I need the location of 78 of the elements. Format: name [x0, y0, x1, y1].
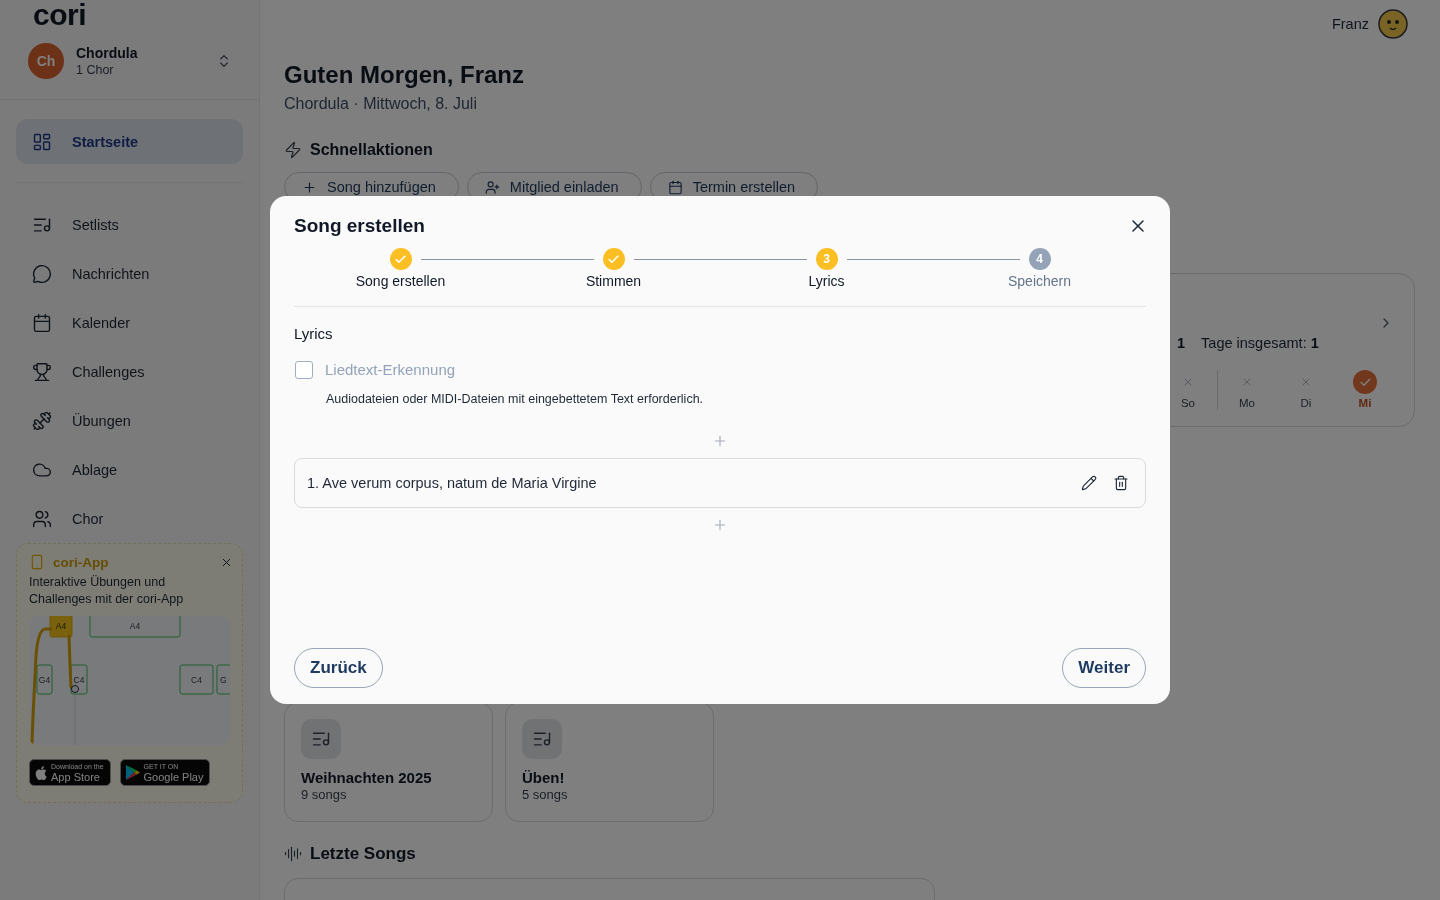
- nav-item[interactable]: Startseite: [16, 119, 243, 164]
- calendar-icon: [32, 313, 52, 333]
- note-label: G: [220, 674, 227, 685]
- nav-item[interactable]: Ablage: [16, 448, 243, 492]
- avatar-icon[interactable]: [1378, 9, 1408, 39]
- hint-text: Audiodateien oder MIDI-Dateien mit eingebettetem Text erforderlich.: [325, 391, 705, 407]
- user-plus-icon: [484, 179, 500, 195]
- org-name: Chordula: [76, 44, 139, 62]
- setlist-title: Weihnachten 2025: [301, 769, 432, 787]
- org-subtitle: 1 Chor: [76, 62, 115, 78]
- lightning-icon: [284, 141, 302, 159]
- music-list-icon: [32, 215, 52, 235]
- note-box: [179, 664, 214, 695]
- logo: cori: [33, 0, 87, 30]
- step-number: 3: [815, 248, 838, 270]
- setlist-count: 5 songs: [522, 787, 568, 803]
- note-box: [70, 664, 88, 695]
- nav-item[interactable]: Chor: [16, 497, 243, 541]
- trash-icon: [1113, 475, 1129, 491]
- dumbbell-icon: [32, 411, 52, 431]
- day-label: Di: [1300, 396, 1312, 410]
- setlist-count: 9 songs: [301, 787, 347, 803]
- note-label: C4: [73, 674, 85, 685]
- step-label: Lyrics: [808, 272, 845, 290]
- greeting-heading: Guten Morgen, Franz: [284, 60, 524, 90]
- user-name: Franz: [1331, 16, 1369, 32]
- trophy-icon: [32, 362, 52, 382]
- cloud-icon: [32, 460, 52, 480]
- day-label: Mi: [1358, 396, 1372, 410]
- setlist-title: Üben!: [522, 769, 565, 787]
- section-title: Schnellaktionen: [310, 140, 433, 160]
- marker-icon: [71, 685, 79, 693]
- section-title: Letzte Songs: [310, 843, 416, 865]
- nav-item[interactable]: Übungen: [16, 399, 243, 443]
- modal-title: Song erstellen: [294, 214, 425, 238]
- users-icon: [32, 509, 52, 529]
- music-list-icon: [522, 719, 562, 759]
- audio-lines-icon: [284, 845, 302, 863]
- nav-item[interactable]: Setlists: [16, 203, 243, 247]
- nav-item[interactable]: Kalender: [16, 301, 243, 345]
- calendar-icon: [667, 179, 683, 195]
- badge-store-name: Google Play: [143, 770, 204, 783]
- streak-stat: 1: [1177, 334, 1186, 352]
- day-label: So: [1180, 396, 1196, 410]
- step-label: Song erstellen: [355, 272, 446, 290]
- plus-icon: [712, 517, 728, 533]
- step-label: Speichern: [1007, 272, 1071, 290]
- lyric-text: 1. Ave verum corpus, natum de Maria Virgine: [307, 475, 598, 491]
- streak-stat: Tage insgesamt: 1: [1201, 334, 1319, 352]
- promo-text: Interaktive Übungen und Challenges mit der cori-App: [29, 574, 185, 608]
- nav-item[interactable]: Nachrichten: [16, 252, 243, 296]
- note-box: [36, 664, 53, 695]
- chat-bubble-icon: [32, 264, 52, 284]
- badge-store-name: App Store: [51, 770, 101, 783]
- note-box: [216, 664, 230, 695]
- day-label: Mo: [1239, 396, 1255, 410]
- plus-icon: [302, 179, 317, 195]
- greeting-subtitle: Chordula · Mittwoch, 8. Juli: [284, 94, 477, 114]
- grid-icon: [32, 131, 52, 152]
- step-label: Stimmen: [585, 272, 642, 290]
- note-label: G4: [38, 674, 51, 685]
- play-triangle-icon: [125, 765, 140, 780]
- delete-button[interactable]: [1113, 475, 1129, 491]
- field-label: Lyrics: [294, 324, 333, 344]
- apple-icon: [35, 765, 47, 780]
- note-label: A4: [55, 620, 67, 631]
- edit-button[interactable]: [1081, 475, 1097, 491]
- step-number: 4: [1028, 248, 1051, 270]
- note-label: A4: [129, 620, 141, 631]
- music-list-icon: [301, 719, 341, 759]
- note-box: [49, 616, 73, 638]
- org-avatar: Ch: [28, 43, 64, 79]
- pencil-icon: [1081, 475, 1097, 491]
- phone-icon: [29, 554, 45, 570]
- plus-icon: [712, 433, 728, 449]
- promo-title: cori-App: [53, 554, 109, 570]
- nav-item[interactable]: Challenges: [16, 350, 243, 394]
- note-label: C4: [191, 674, 202, 685]
